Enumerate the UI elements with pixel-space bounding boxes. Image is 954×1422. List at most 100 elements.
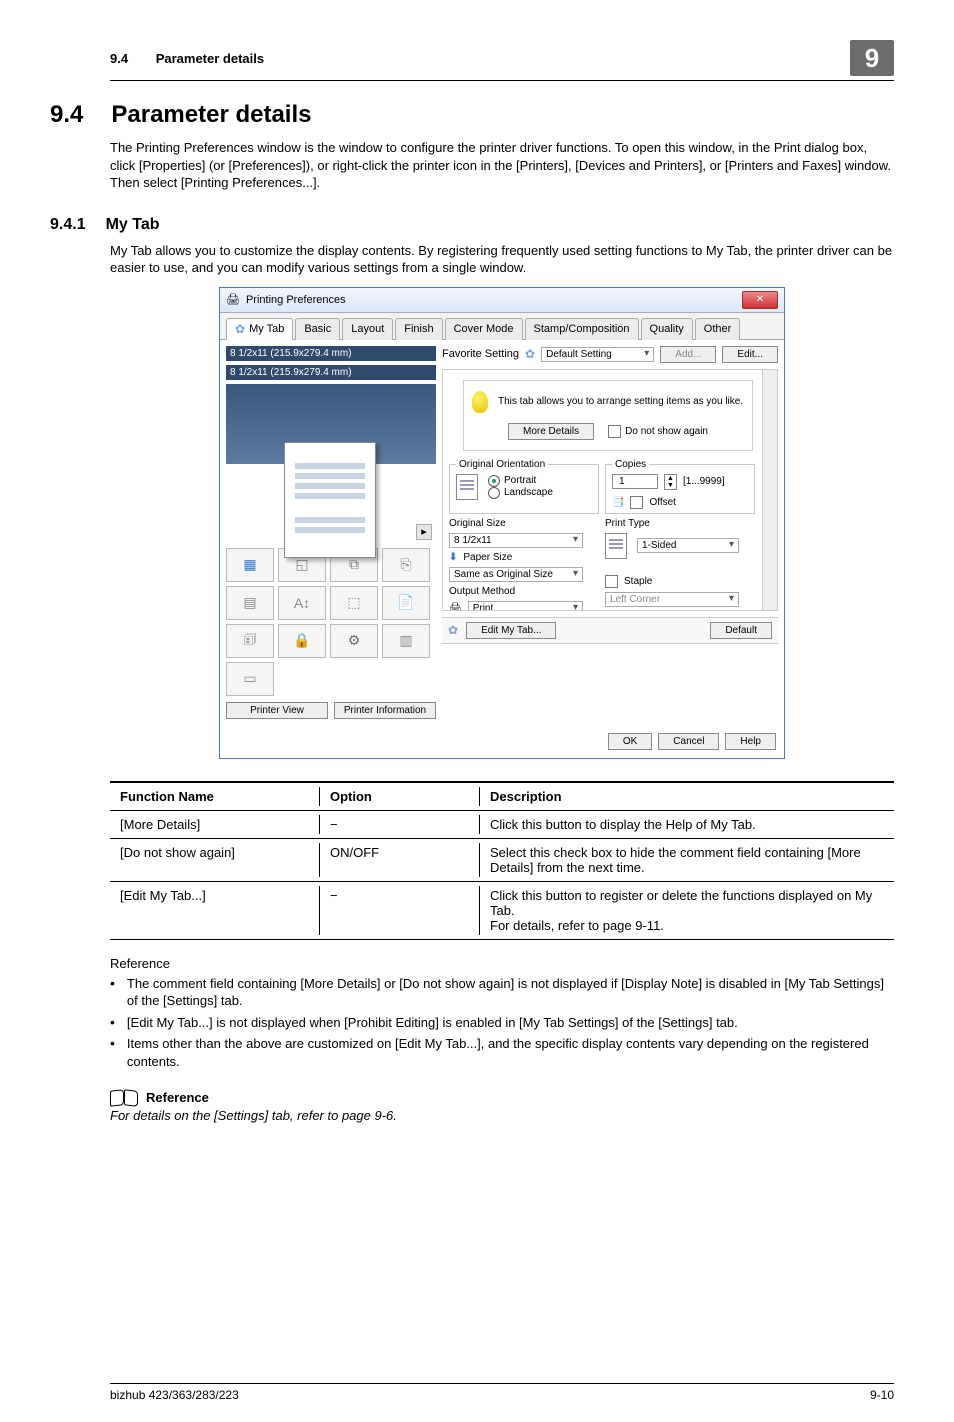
paper-size-select[interactable]: Same as Original Size	[449, 567, 583, 582]
cell-fn: [Edit My Tab...]	[110, 881, 320, 939]
tab-basic[interactable]: Basic	[295, 318, 340, 340]
icon-13[interactable]: ▭	[226, 662, 274, 696]
orientation-landscape[interactable]: Landscape	[488, 487, 553, 499]
printing-preferences-dialog: 🖨 Printing Preferences ✕ ✿ My Tab Basic L…	[219, 287, 785, 759]
preview-icon-row-2: ▤ A↕ ⬚ 📄	[226, 586, 436, 620]
printer-icon: 🖨	[226, 293, 240, 306]
icon-4[interactable]: ⎘	[382, 548, 430, 582]
preview-scroll-icon[interactable]: ▸	[416, 524, 432, 540]
dont-show-checkbox[interactable]	[608, 425, 621, 438]
copies-group: Copies 1 ▲ ▼ [1...9999] 📑	[605, 459, 755, 514]
icon-10[interactable]: 🔒	[278, 624, 326, 658]
tab-my-tab[interactable]: ✿ My Tab	[226, 318, 293, 340]
offset-checkbox[interactable]	[630, 496, 643, 509]
book-icon	[110, 1088, 138, 1106]
icon-11[interactable]: ⚙	[330, 624, 378, 658]
favorite-select[interactable]: Default Setting	[541, 347, 654, 362]
ref-text: Items other than the above are customize…	[127, 1035, 894, 1070]
running-header: 9.4 Parameter details 9	[110, 40, 894, 81]
table-row: [Do not show again] ON/OFF Select this c…	[110, 838, 894, 881]
tab-quality[interactable]: Quality	[641, 318, 693, 340]
dont-show-label: Do not show again	[625, 426, 708, 437]
reference-list: The comment field containing [More Detai…	[110, 975, 894, 1071]
tab-label: My Tab	[249, 323, 284, 335]
section-num: 9.4	[50, 101, 83, 128]
spec-table: Function Name Option Description [More D…	[110, 781, 894, 940]
star-icon: ✿	[235, 322, 245, 336]
preview-icon-row-3: 🗊 🔒 ⚙ ▥ ▭	[226, 624, 436, 696]
tab-other[interactable]: Other	[695, 318, 741, 340]
cell-fn: [More Details]	[110, 810, 320, 838]
dialog-titlebar: 🖨 Printing Preferences ✕	[220, 288, 784, 313]
tab-stamp[interactable]: Stamp/Composition	[525, 318, 639, 340]
cross-ref-label: Reference	[146, 1090, 209, 1105]
chapter-chip: 9	[850, 40, 894, 76]
default-button[interactable]: Default	[710, 622, 772, 639]
favorite-add-button[interactable]: Add...	[660, 346, 716, 363]
staple-checkbox[interactable]	[605, 575, 618, 588]
arrow-down-icon: ⬇	[449, 552, 457, 563]
cell-opt: −	[320, 881, 480, 939]
orientation-portrait[interactable]: Portrait	[488, 475, 553, 487]
icon-5[interactable]: ▤	[226, 586, 274, 620]
list-item: The comment field containing [More Detai…	[110, 975, 894, 1010]
tab-layout[interactable]: Layout	[342, 318, 393, 340]
close-button[interactable]: ✕	[742, 291, 778, 309]
radio-label: Landscape	[504, 487, 553, 498]
output-method-label: Output Method	[449, 586, 547, 597]
settings-pane: This tab allows you to arrange setting i…	[442, 369, 778, 611]
ok-button[interactable]: OK	[608, 733, 652, 750]
table-row: [Edit My Tab...] − Click this button to …	[110, 881, 894, 939]
tray-icon[interactable]: ▦	[226, 548, 274, 582]
help-button[interactable]: Help	[725, 733, 776, 750]
favorite-edit-button[interactable]: Edit...	[722, 346, 778, 363]
copies-legend: Copies	[612, 459, 649, 470]
tip-text: This tab allows you to arrange setting i…	[498, 396, 743, 407]
tab-finish[interactable]: Finish	[395, 318, 442, 340]
footer-product: bizhub 423/363/283/223	[110, 1388, 239, 1402]
icon-6[interactable]: A↕	[278, 586, 326, 620]
cross-reference-text: For details on the [Settings] tab, refer…	[110, 1108, 894, 1123]
orig-size-select[interactable]: 8 1/2x11	[449, 533, 583, 548]
icon-9[interactable]: 🗊	[226, 624, 274, 658]
copies-range: [1...9999]	[683, 476, 725, 487]
subsection-num: 9.4.1	[50, 216, 86, 233]
staple-select[interactable]: Left Corner	[605, 592, 739, 607]
pane-scrollbar[interactable]	[762, 370, 777, 610]
th-desc: Description	[480, 782, 894, 811]
copies-input[interactable]: 1	[612, 474, 658, 489]
icon-12[interactable]: ▥	[382, 624, 430, 658]
output-method-select[interactable]: Print	[468, 601, 583, 611]
orientation-thumb-icon	[456, 474, 478, 500]
orig-size-label: Original Size	[449, 518, 547, 529]
cell-desc: Click this button to display the Help of…	[480, 810, 894, 838]
offset-icon: 📑	[612, 497, 624, 508]
section-intro: The Printing Preferences window is the w…	[110, 139, 894, 192]
subsection-heading: 9.4.1My Tab	[50, 216, 894, 234]
print-type-icon	[605, 533, 627, 559]
icon-7[interactable]: ⬚	[330, 586, 378, 620]
preview-sheet	[284, 442, 376, 558]
staple-label: Staple	[624, 576, 652, 587]
dialog-tabs: ✿ My Tab Basic Layout Finish Cover Mode S…	[220, 313, 784, 340]
cancel-button[interactable]: Cancel	[658, 733, 719, 750]
icon-8[interactable]: 📄	[382, 586, 430, 620]
copies-step-down[interactable]: ▼	[665, 482, 676, 489]
cell-fn: [Do not show again]	[110, 838, 320, 881]
page-footer: bizhub 423/363/283/223 9-10	[110, 1383, 894, 1402]
cell-desc: Click this button to register or delete …	[480, 881, 894, 939]
th-option: Option	[320, 782, 480, 811]
more-details-button[interactable]: More Details	[508, 423, 594, 440]
orientation-legend: Original Orientation	[456, 459, 548, 470]
edit-my-tab-button[interactable]: Edit My Tab...	[466, 622, 556, 639]
bulb-icon	[472, 391, 488, 413]
reference-subhead: Reference	[110, 956, 894, 971]
section-title: Parameter details	[111, 101, 311, 128]
copies-step-up[interactable]: ▲	[665, 475, 676, 482]
cell-opt: −	[320, 810, 480, 838]
printer-view-button[interactable]: Printer View	[226, 702, 328, 719]
tab-cover[interactable]: Cover Mode	[445, 318, 523, 340]
output-icon: 🖨	[449, 603, 462, 611]
printer-info-button[interactable]: Printer Information	[334, 702, 436, 719]
print-type-select[interactable]: 1-Sided	[637, 538, 739, 553]
